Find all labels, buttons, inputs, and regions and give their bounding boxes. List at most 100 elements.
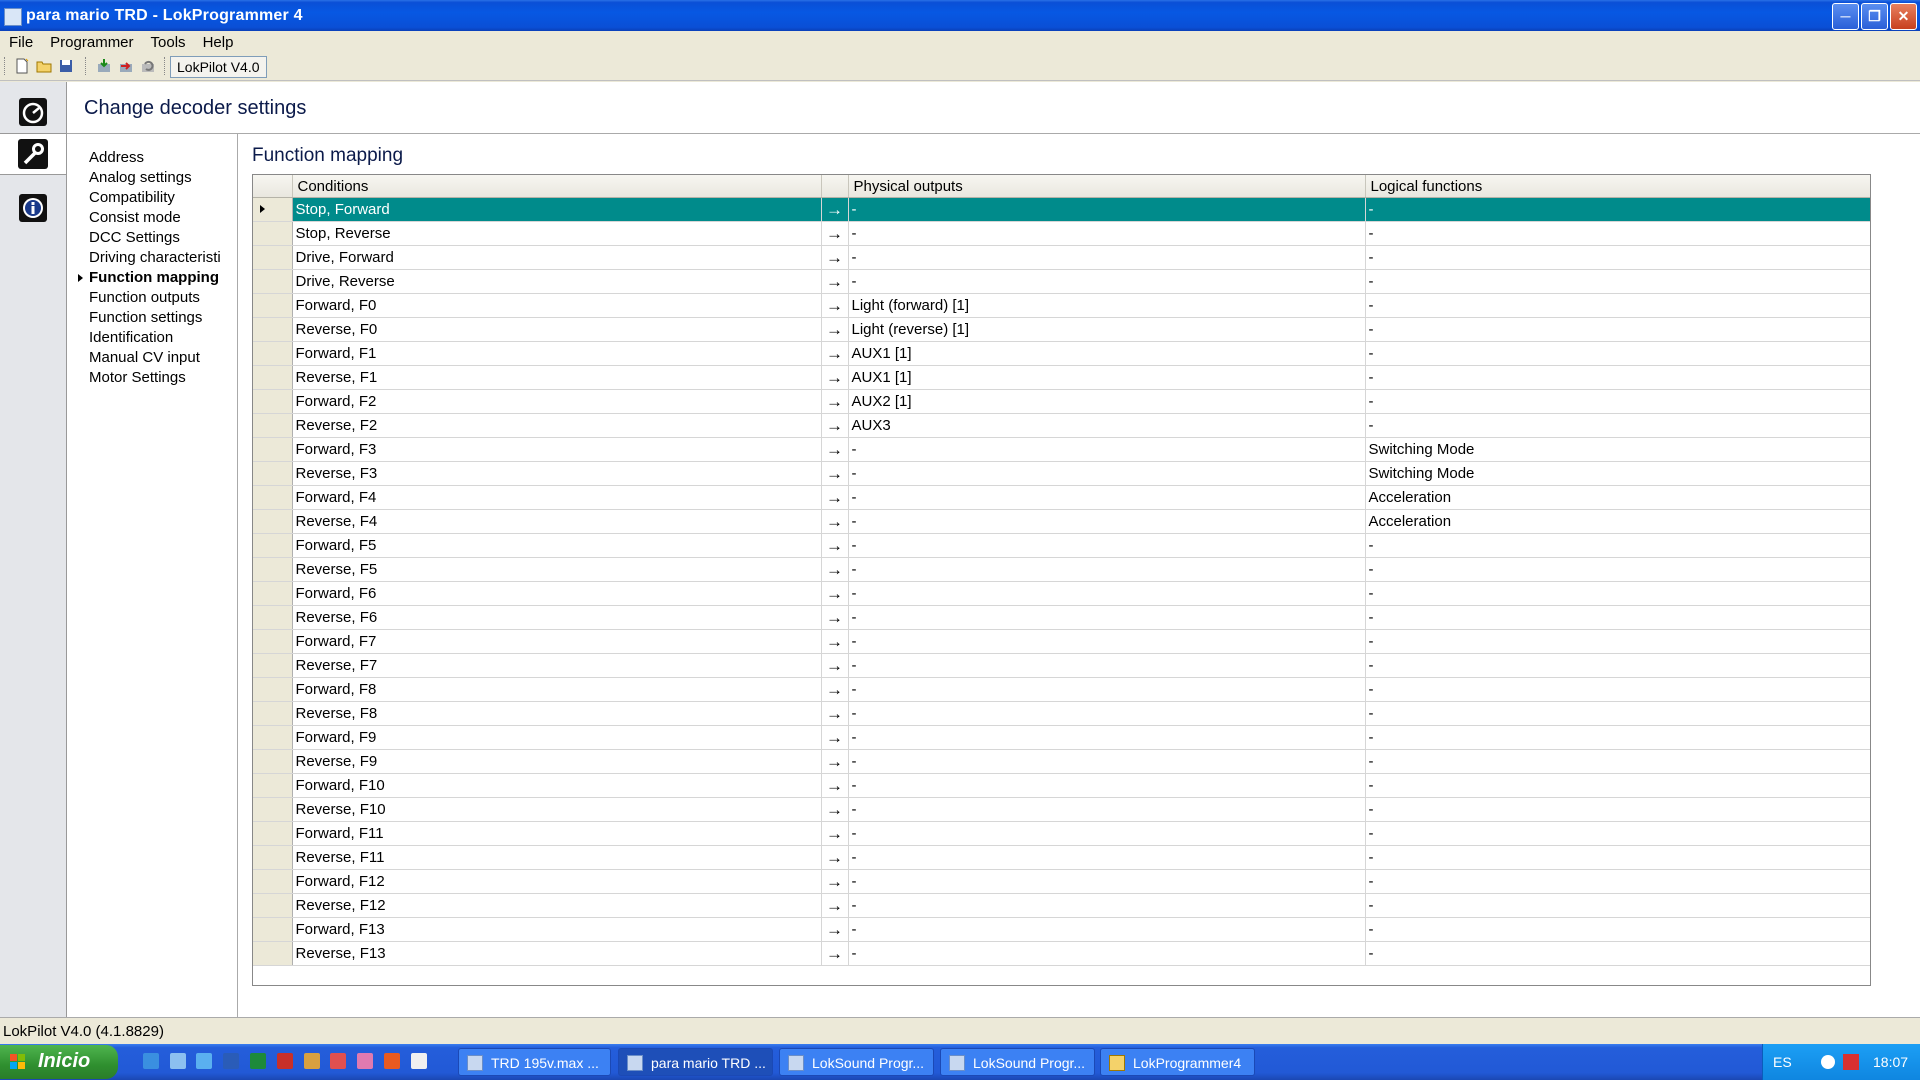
row-header[interactable] [253,461,293,486]
physical-output-cell[interactable]: AUX1 [1] [848,365,1366,390]
pdf-tool-icon[interactable] [330,1053,346,1069]
taskbar-task-lokprogrammer-active[interactable]: para mario TRD ... [618,1048,773,1076]
logical-function-cell[interactable]: - [1365,653,1870,678]
read-decoder-icon[interactable] [96,58,112,74]
row-header[interactable] [253,533,293,558]
table-row[interactable]: Forward, F4 → - Acceleration [253,485,1870,510]
physical-output-cell[interactable]: - [848,533,1366,558]
table-row[interactable]: Forward, F2 → AUX2 [1] - [253,389,1870,414]
title-bar[interactable]: para mario TRD - LokProgrammer 4 ─ ❐ ✕ [0,0,1920,31]
condition-cell[interactable]: Forward, F7 [292,629,822,654]
column-header-physical-outputs[interactable]: Physical outputs [848,175,1366,198]
row-header[interactable] [253,893,293,918]
row-header[interactable] [253,413,293,438]
table-row[interactable]: Forward, F1 → AUX1 [1] - [253,341,1870,366]
table-row[interactable]: Reverse, F7 → - - [253,653,1870,678]
rail-programmer-button[interactable] [13,92,53,132]
physical-output-cell[interactable]: - [848,917,1366,942]
table-row[interactable]: Reverse, F11 → - - [253,845,1870,870]
table-row[interactable]: Reverse, F8 → - - [253,701,1870,726]
row-header[interactable] [253,917,293,942]
table-row[interactable]: Reverse, F5 → - - [253,557,1870,582]
logical-function-cell[interactable]: - [1365,269,1870,294]
table-row[interactable]: Forward, F3 → - Switching Mode [253,437,1870,462]
physical-output-cell[interactable]: - [848,461,1366,486]
condition-cell[interactable]: Reverse, F12 [292,893,822,918]
tray-security-icon[interactable] [1843,1054,1859,1070]
physical-output-cell[interactable]: - [848,437,1366,462]
logical-function-cell[interactable]: - [1365,389,1870,414]
condition-cell[interactable]: Forward, F4 [292,485,822,510]
physical-output-cell[interactable]: - [848,485,1366,510]
physical-output-cell[interactable]: - [848,701,1366,726]
logical-function-cell[interactable]: - [1365,605,1870,630]
physical-output-cell[interactable]: - [848,509,1366,534]
table-row[interactable]: Forward, F11 → - - [253,821,1870,846]
table-row[interactable]: Forward, F5 → - - [253,533,1870,558]
row-header[interactable] [253,605,293,630]
table-row[interactable]: Reverse, F2 → AUX3- [253,413,1870,438]
logical-function-cell[interactable]: - [1365,221,1870,246]
row-header[interactable] [253,557,293,582]
rail-settings-button[interactable] [0,133,66,175]
start-button[interactable]: Inicio [0,1045,118,1079]
nav-item-motor-settings[interactable]: Motor Settings [67,368,237,388]
nav-item-analog-settings[interactable]: Analog settings [67,168,237,188]
logical-function-cell[interactable]: - [1365,317,1870,342]
show-desktop-icon[interactable] [196,1053,212,1069]
row-header[interactable] [253,269,293,294]
menu-programmer[interactable]: Programmer [41,31,141,51]
rail-info-button[interactable] [13,188,53,228]
condition-cell[interactable]: Reverse, F11 [292,845,822,870]
condition-cell[interactable]: Forward, F9 [292,725,822,750]
nav-item-function-settings[interactable]: Function settings [67,308,237,328]
condition-cell[interactable]: Forward, F0 [292,293,822,318]
logical-function-cell[interactable]: - [1365,797,1870,822]
physical-output-cell[interactable]: - [848,581,1366,606]
nav-item-manual-cv-input[interactable]: Manual CV input [67,348,237,368]
nav-item-compatibility[interactable]: Compatibility [67,188,237,208]
physical-output-cell[interactable]: - [848,557,1366,582]
table-row[interactable]: Forward, F8 → - - [253,677,1870,702]
physical-output-cell[interactable]: - [848,197,1366,222]
table-row[interactable]: Forward, F9 → - - [253,725,1870,750]
physical-output-cell[interactable]: - [848,245,1366,270]
taskbar-task-trd-max[interactable]: TRD 195v.max ... [458,1048,611,1076]
media-app-icon[interactable] [384,1053,400,1069]
logical-function-cell[interactable]: - [1365,197,1870,222]
save-icon[interactable] [58,58,74,74]
condition-cell[interactable]: Forward, F6 [292,581,822,606]
menu-help[interactable]: Help [194,31,242,51]
word-icon[interactable] [223,1053,239,1069]
condition-cell[interactable]: Forward, F12 [292,869,822,894]
row-header[interactable] [253,845,293,870]
physical-output-cell[interactable]: - [848,797,1366,822]
taskbar-task-loksound-1[interactable]: LokSound Progr... [779,1048,934,1076]
logical-function-cell[interactable]: - [1365,845,1870,870]
physical-output-cell[interactable]: - [848,725,1366,750]
paint-icon[interactable] [357,1053,373,1069]
logical-function-cell[interactable]: - [1365,365,1870,390]
excel-icon[interactable] [250,1053,266,1069]
condition-cell[interactable]: Reverse, F8 [292,701,822,726]
physical-output-cell[interactable]: - [848,605,1366,630]
logical-function-cell[interactable]: - [1365,701,1870,726]
condition-cell[interactable]: Reverse, F4 [292,509,822,534]
physical-output-cell[interactable]: - [848,749,1366,774]
menu-file[interactable]: File [0,31,41,51]
table-row[interactable]: Forward, F12 → - - [253,869,1870,894]
row-header[interactable] [253,197,293,222]
row-header[interactable] [253,821,293,846]
logical-function-cell[interactable]: - [1365,821,1870,846]
row-header[interactable] [253,629,293,654]
logical-function-cell[interactable]: Switching Mode [1365,437,1870,462]
row-header[interactable] [253,749,293,774]
new-file-icon[interactable] [14,58,30,74]
nav-item-dcc-settings[interactable]: DCC Settings [67,228,237,248]
logical-function-cell[interactable]: - [1365,557,1870,582]
row-header[interactable] [253,725,293,750]
condition-cell[interactable]: Drive, Forward [292,245,822,270]
physical-output-cell[interactable]: - [848,269,1366,294]
logical-function-cell[interactable]: - [1365,917,1870,942]
logical-function-cell[interactable]: - [1365,413,1870,438]
